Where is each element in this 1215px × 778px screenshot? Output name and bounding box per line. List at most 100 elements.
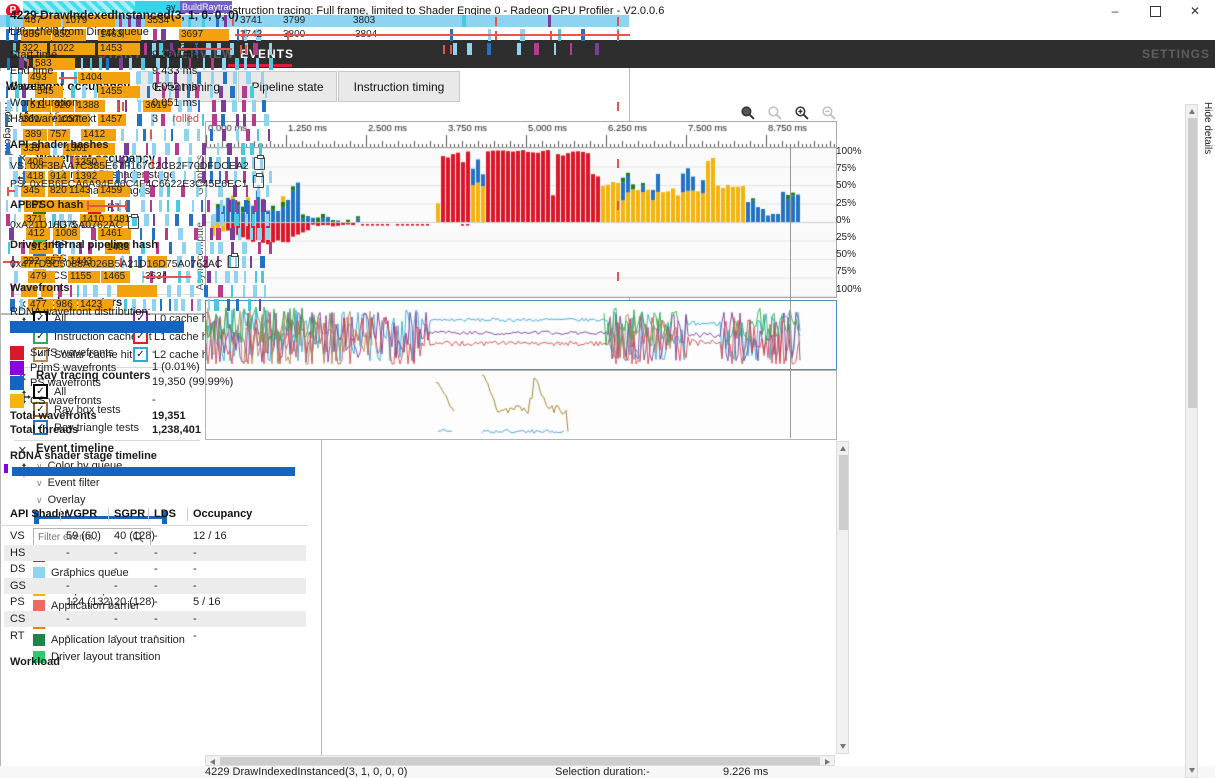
scrollbar-thumb[interactable]: [1188, 118, 1197, 408]
table-row[interactable]: CS----: [4, 611, 306, 627]
timeline-event-stripe[interactable]: [107, 285, 111, 297]
timeline-event-stripe[interactable]: [136, 72, 141, 84]
timeline-event-label[interactable]: 3803: [353, 15, 375, 27]
timeline-event-stripe[interactable]: [184, 129, 189, 141]
timeline-event-stripe[interactable]: [197, 299, 201, 311]
timeline-event-stripe[interactable]: [259, 299, 261, 311]
timeline-event-stripe[interactable]: [462, 15, 467, 27]
timeline-event-stripe[interactable]: [152, 143, 157, 155]
timeline-event-stripe[interactable]: [244, 271, 246, 283]
timeline-event-stripe[interactable]: [83, 285, 86, 297]
timeline-event-stripe[interactable]: [143, 129, 146, 141]
timeline-event-stripe[interactable]: [238, 228, 241, 240]
timeline-event-stripe[interactable]: [218, 242, 223, 254]
timeline-event-stripe[interactable]: [548, 15, 550, 27]
timeline-event-block[interactable]: 3697: [179, 29, 229, 41]
timeline-event-stripe[interactable]: [235, 200, 238, 212]
timeline-event-stripe[interactable]: [236, 129, 239, 141]
timeline-event-stripe[interactable]: [221, 100, 226, 112]
timeline-vscrollbar[interactable]: [836, 441, 849, 754]
timeline-event-stripe[interactable]: [252, 100, 256, 112]
timeline-event-stripe[interactable]: [171, 129, 173, 141]
timeline-event-stripe[interactable]: [235, 58, 239, 70]
timeline-event-stripe[interactable]: [210, 86, 212, 98]
timeline-event-stripe[interactable]: [574, 15, 578, 27]
timeline-event-stripe[interactable]: [208, 299, 210, 311]
timeline-event-stripe[interactable]: [90, 58, 92, 70]
timeline-event-stripe[interactable]: [6, 29, 9, 41]
timeline-event-stripe[interactable]: [217, 143, 219, 155]
timeline-event-stripe[interactable]: [198, 271, 201, 283]
timeline-event-stripe[interactable]: [189, 143, 192, 155]
timeline-event-stripe[interactable]: [607, 15, 610, 27]
timeline-event-stripe[interactable]: [228, 200, 231, 212]
timeline-event-stripe[interactable]: [487, 43, 490, 55]
timeline-event-stripe[interactable]: [202, 114, 204, 126]
timeline-event-block[interactable]: 1465: [101, 271, 130, 283]
close-button[interactable]: ✕: [1175, 0, 1215, 22]
tab-events[interactable]: EVENTS: [240, 47, 294, 61]
timeline-event-stripe[interactable]: [106, 58, 109, 70]
scroll-down-icon[interactable]: [840, 744, 846, 749]
timeline-event-stripe[interactable]: [216, 228, 221, 240]
timeline-event-block[interactable]: 1457: [98, 114, 126, 126]
timeline-event-stripe[interactable]: [6, 86, 8, 98]
timeline-event-stripe[interactable]: [554, 43, 556, 55]
timeline-event-stripe[interactable]: [194, 228, 199, 240]
timeline-event-stripe[interactable]: [159, 200, 162, 212]
timeline-event-stripe[interactable]: [204, 285, 208, 297]
timeline-event-stripe[interactable]: [232, 100, 237, 112]
timeline-event-stripe[interactable]: [515, 15, 519, 27]
zoom-to-selection-icon[interactable]: [740, 105, 755, 120]
timeline-event-block[interactable]: 1455: [98, 86, 140, 98]
timeline-event-stripe[interactable]: [77, 285, 79, 297]
timeline-event-stripe[interactable]: [192, 200, 194, 212]
timeline-event-stripe[interactable]: [210, 228, 213, 240]
timeline-event-stripe[interactable]: [138, 100, 140, 112]
timeline-event-label[interactable]: 3799: [283, 15, 305, 27]
timeline-event-stripe[interactable]: [161, 29, 165, 41]
timeline-event-stripe[interactable]: [144, 43, 147, 55]
timeline-event-stripe[interactable]: [144, 214, 149, 226]
timeline-event-stripe[interactable]: [212, 100, 216, 112]
timeline-event-stripe[interactable]: [212, 214, 215, 226]
table-row[interactable]: GS----: [4, 578, 306, 594]
timeline-event-stripe[interactable]: [262, 100, 266, 112]
timeline-event-stripe[interactable]: [261, 72, 265, 84]
timeline-event-label[interactable]: 3741: [240, 15, 262, 27]
timeline-event-stripe[interactable]: [125, 100, 127, 112]
timeline-event-stripe[interactable]: [165, 143, 170, 155]
column-header[interactable]: LDS: [154, 508, 176, 520]
timeline-event-stripe[interactable]: [220, 200, 223, 212]
timeline-event-stripe[interactable]: [137, 114, 142, 126]
timeline-event-stripe[interactable]: [252, 214, 255, 226]
timeline-event-stripe[interactable]: [517, 43, 521, 55]
timeline-event-stripe[interactable]: [269, 171, 272, 183]
timeline-event-stripe[interactable]: [570, 43, 572, 55]
wavefront-occupancy-chart[interactable]: [205, 147, 837, 298]
timeline-event-stripe[interactable]: [211, 58, 214, 70]
timeline-event-stripe[interactable]: [6, 200, 8, 212]
timeline-event-stripe[interactable]: [147, 86, 150, 98]
timeline-event-stripe[interactable]: [230, 228, 234, 240]
table-row[interactable]: HS----: [4, 545, 306, 561]
timeline-event-stripe[interactable]: [211, 72, 214, 84]
timeline-event-stripe[interactable]: [250, 143, 254, 155]
timeline-event-stripe[interactable]: [250, 86, 254, 98]
timeline-event-stripe[interactable]: [164, 129, 166, 141]
minimize-button[interactable]: –: [1095, 0, 1135, 22]
timeline-event-stripe[interactable]: [257, 129, 259, 141]
timeline-event-stripe[interactable]: [153, 214, 155, 226]
timeline-event-stripe[interactable]: [129, 58, 133, 70]
timeline-event-stripe[interactable]: [250, 256, 253, 268]
timeline-event-stripe[interactable]: [225, 271, 230, 283]
timeline-event-stripe[interactable]: [222, 58, 226, 70]
column-header[interactable]: Occupancy: [193, 508, 252, 520]
timeline-event-stripe[interactable]: [261, 271, 264, 283]
timeline-event-stripe[interactable]: [167, 285, 172, 297]
timeline-event-stripe[interactable]: [253, 285, 257, 297]
timeline-event-block[interactable]: [117, 285, 157, 297]
timeline-event-stripe[interactable]: [218, 285, 223, 297]
timeline-event-block[interactable]: 1388: [75, 100, 105, 112]
timeline-event-stripe[interactable]: [94, 86, 97, 98]
